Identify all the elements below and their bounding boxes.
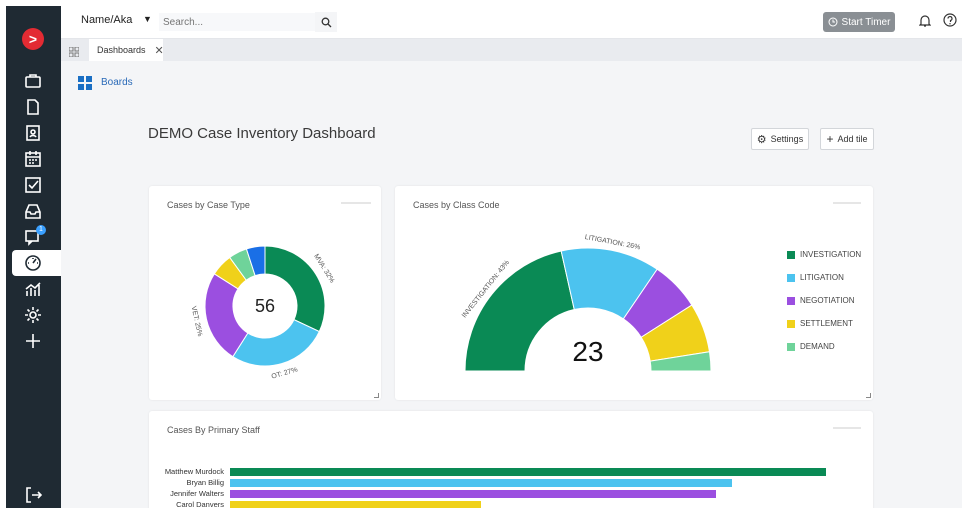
legend-label: INVESTIGATION — [800, 250, 862, 259]
contact-icon[interactable] — [22, 122, 44, 144]
inbox-icon[interactable] — [22, 200, 44, 222]
add-tile-button-label: Add tile — [837, 134, 868, 144]
add-icon[interactable] — [22, 330, 44, 352]
help-icon[interactable] — [943, 13, 957, 32]
legend-item-demand[interactable]: DEMAND — [787, 342, 835, 351]
legend-swatch — [787, 296, 795, 305]
case-type-data-label: VET: 25% — [190, 306, 204, 338]
logout-icon[interactable] — [22, 484, 44, 506]
reports-icon[interactable] — [22, 278, 44, 300]
class-code-card: Cases by Class Code INVESTIGATION: 43% LI… — [395, 186, 873, 400]
legend-label: LITIGATION — [800, 273, 844, 282]
legend-item-settlement[interactable]: SETTLEMENT — [787, 319, 853, 328]
case-type-data-label: OT: 27% — [271, 366, 299, 380]
case-type-slice-ot[interactable] — [232, 318, 320, 367]
tab-dashboards-label: Dashboards — [97, 45, 146, 55]
settings-button-label: Settings — [770, 134, 804, 144]
tab-dashboards[interactable]: Dashboards ✕ — [89, 39, 164, 61]
staff-bar-label: Carol Danvers — [176, 500, 224, 508]
resize-handle[interactable] — [866, 393, 871, 398]
legend-item-investigation[interactable]: INVESTIGATION — [787, 250, 861, 259]
legend-swatch — [787, 342, 795, 351]
legend-item-litigation[interactable]: LITIGATION — [787, 273, 844, 282]
staff-bar[interactable] — [230, 468, 826, 476]
add-tile-button[interactable]: + Add tile — [820, 128, 874, 150]
close-icon[interactable]: ✕ — [155, 44, 164, 57]
staff-bar[interactable] — [230, 501, 481, 508]
tasks-icon[interactable] — [22, 174, 44, 196]
legend-label: SETTLEMENT — [800, 319, 853, 328]
search-button[interactable] — [315, 12, 337, 32]
case-type-total: 56 — [255, 296, 275, 316]
breadcrumb-boards-link[interactable]: Boards — [101, 77, 133, 88]
class-code-gauge-chart: INVESTIGATION: 43%LITIGATION: 26%23 — [461, 234, 712, 372]
settings-icon[interactable] — [22, 304, 44, 326]
legend-swatch — [787, 319, 795, 328]
case-type-donut-chart: MVA: 32%OT: 27%VET: 25% 56 — [190, 245, 335, 381]
case-type-card: Cases by Case Type MVA: 32% OT: 27% VET: 2… — [149, 186, 381, 400]
legend-item-negotiation[interactable]: NEGOTIATION — [787, 296, 855, 305]
messages-badge: 1 — [36, 225, 46, 235]
tab-bar: Dashboards ✕ — [61, 39, 962, 61]
card-options-handle[interactable] — [833, 427, 861, 429]
top-bar: Name/Aka ▼ Start Timer — [61, 6, 962, 39]
start-timer-label: Start Timer — [841, 16, 891, 28]
staff-bar[interactable] — [230, 490, 716, 498]
staff-bar-label: Bryan Billig — [186, 478, 224, 487]
clock-icon — [828, 17, 838, 27]
document-icon[interactable] — [22, 96, 44, 118]
start-timer-button[interactable]: Start Timer — [823, 12, 895, 32]
search-input[interactable] — [159, 13, 337, 31]
app-frame: > 1 Name/Aka ▼ Search... Start Timer Das… — [6, 6, 962, 508]
page-title: DEMO Case Inventory Dashboard — [148, 125, 376, 142]
dashboard-icon[interactable] — [22, 252, 44, 274]
sidebar: > 1 — [6, 6, 61, 508]
app-logo[interactable]: > — [22, 28, 44, 50]
staff-bar-label: Matthew Murdock — [164, 467, 224, 476]
plus-icon: + — [826, 132, 834, 146]
resize-handle[interactable] — [374, 393, 379, 398]
boards-icon — [78, 76, 92, 90]
caret-down-icon[interactable]: ▼ — [143, 14, 152, 24]
briefcase-icon[interactable] — [22, 70, 44, 92]
grid-icon[interactable] — [68, 44, 80, 62]
class-code-slice-investigation[interactable] — [464, 250, 575, 372]
calendar-icon[interactable] — [22, 148, 44, 170]
legend-swatch — [787, 273, 795, 282]
legend-swatch — [787, 250, 795, 259]
class-code-total: 23 — [572, 336, 603, 367]
staff-bar[interactable] — [230, 479, 732, 487]
legend-label: DEMAND — [800, 342, 835, 351]
staff-bar-label: Jennifer Walters — [170, 489, 224, 498]
search-icon — [321, 17, 331, 27]
bell-icon[interactable] — [918, 14, 932, 33]
primary-staff-card-title: Cases By Primary Staff — [167, 425, 260, 435]
primary-staff-card: Cases By Primary Staff Matthew Murdock Br… — [149, 411, 873, 508]
settings-button[interactable]: ⚙ Settings — [751, 128, 809, 150]
gear-icon: ⚙ — [756, 133, 767, 146]
legend-label: NEGOTIATION — [800, 296, 855, 305]
search-scope-select[interactable]: Name/Aka — [81, 14, 132, 26]
